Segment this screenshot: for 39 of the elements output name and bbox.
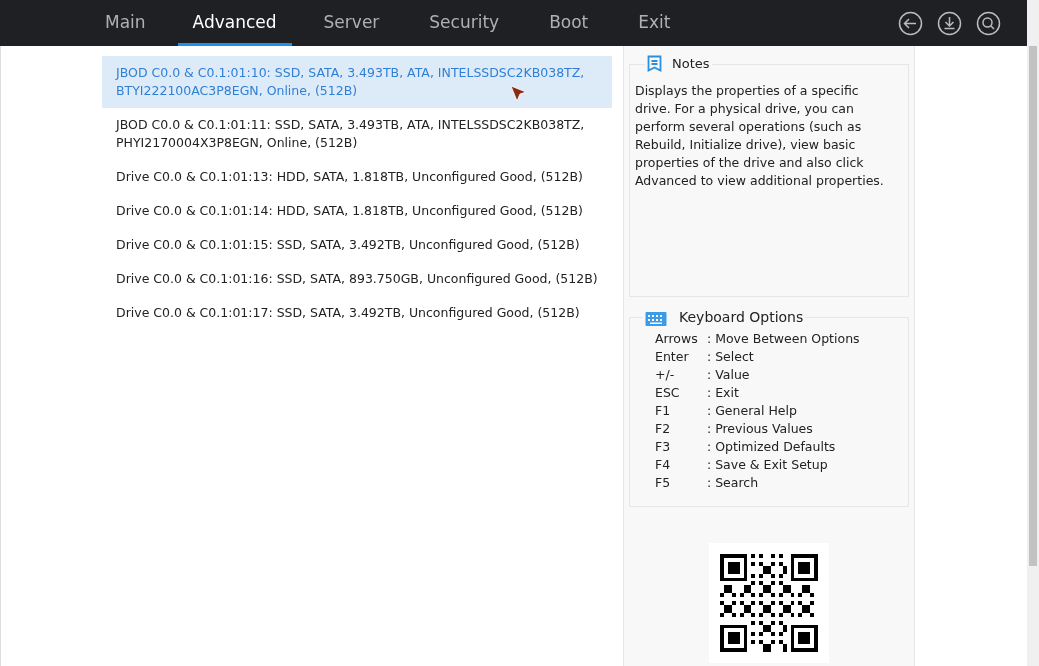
key-action: : Search xyxy=(707,474,759,492)
key-action: : Value xyxy=(707,366,750,384)
key-action: : Select xyxy=(707,348,754,366)
key-action: : Move Between Options xyxy=(707,330,860,348)
key-name: +/- xyxy=(655,366,676,384)
scrollbar[interactable] xyxy=(1027,0,1039,666)
key-name: F4 xyxy=(655,456,672,474)
drive-item[interactable]: Drive C0.0 & C0.1:01:15: SSD, SATA, 3.492TB, Unconfigured Good, (512B) xyxy=(102,228,612,262)
notes-text: Displays the properties of a specific drive. For a physical drive, you can perform several operations (such as Rebuild, Initialize drive), view basic properties of the drive and also click Advanced to view additional properties. xyxy=(635,81,885,190)
notes-title: Notes xyxy=(672,55,710,73)
drive-item[interactable]: Drive C0.0 & C0.1:01:17: SSD, SATA, 3.492TB, Unconfigured Good, (512B) xyxy=(102,296,612,330)
key-action: : Optimized Defaults xyxy=(707,438,836,456)
notes-icon xyxy=(647,55,662,73)
key-name: F1 xyxy=(655,402,672,420)
tab[interactable]: Boot xyxy=(531,0,607,46)
key-action: : Save & Exit Setup xyxy=(707,456,828,474)
key-name: Enter xyxy=(655,348,690,366)
drive-item[interactable]: JBOD C0.0 & C0.1:01:11: SSD, SATA, 3.493TB, ATA, INTELSSDSC2KB038TZ, PHYI2170004X3P8EGN, Online, (512B) xyxy=(102,108,612,160)
tab[interactable]: Server xyxy=(305,0,398,46)
key-action: : General Help xyxy=(707,402,797,420)
mouse-cursor-icon xyxy=(510,85,528,103)
key-name: F3 xyxy=(655,438,672,456)
key-action: : Previous Values xyxy=(707,420,813,438)
tab[interactable]: Advanced xyxy=(177,0,292,46)
key-name: Arrows xyxy=(655,330,699,348)
key-name: ESC xyxy=(655,384,681,402)
tab[interactable]: Exit xyxy=(620,0,689,46)
drive-item[interactable]: Drive C0.0 & C0.1:01:16: SSD, SATA, 893.750GB, Unconfigured Good, (512B) xyxy=(102,262,612,296)
back-icon[interactable] xyxy=(898,10,923,36)
keyboard-options-title: Keyboard Options xyxy=(679,308,804,327)
download-icon[interactable] xyxy=(937,10,962,36)
key-name: F2 xyxy=(655,420,672,438)
drive-item[interactable]: Drive C0.0 & C0.1:01:14: HDD, SATA, 1.818TB, Unconfigured Good, (512B) xyxy=(102,194,612,228)
tab[interactable]: Security xyxy=(411,0,518,46)
drive-item[interactable]: Drive C0.0 & C0.1:01:13: HDD, SATA, 1.818TB, Unconfigured Good, (512B) xyxy=(102,160,612,194)
tab[interactable]: Main xyxy=(87,0,164,46)
search-icon[interactable] xyxy=(976,10,1001,36)
key-name: F5 xyxy=(655,474,672,492)
key-action: : Exit xyxy=(707,384,739,402)
